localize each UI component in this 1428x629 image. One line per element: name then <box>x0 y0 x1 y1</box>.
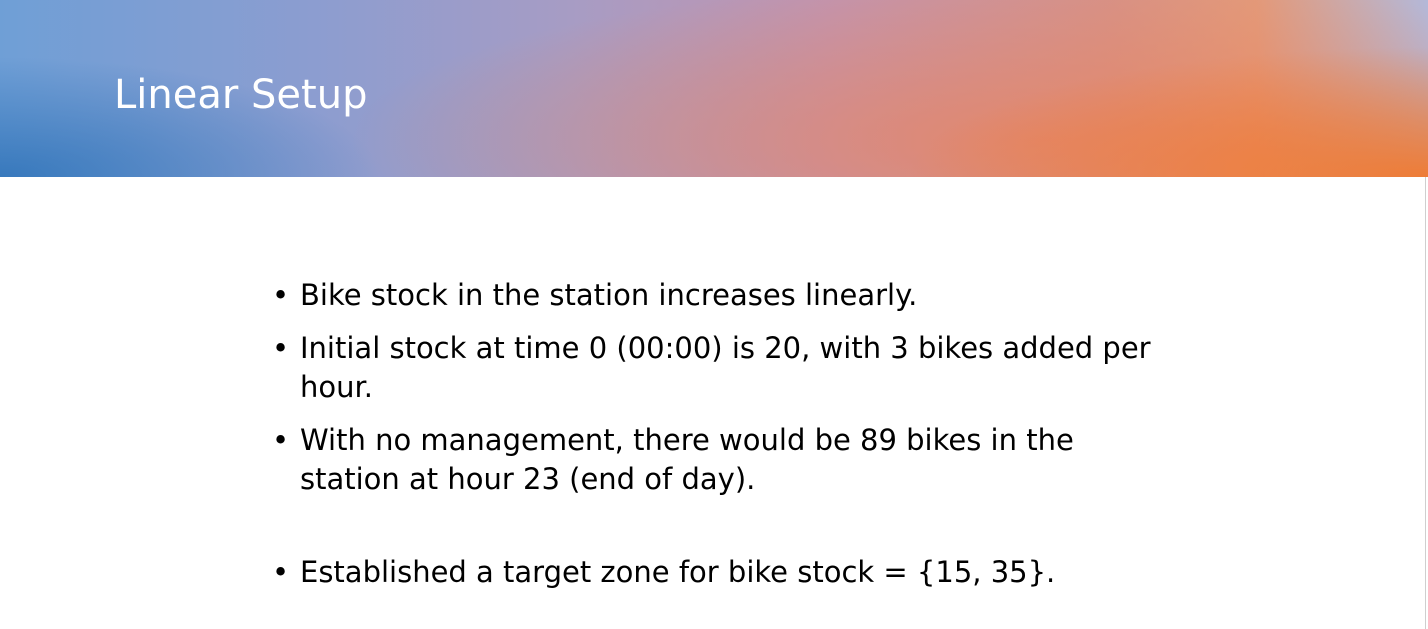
bullet-text: With no management, there would be 89 bi… <box>300 423 1074 496</box>
bullet-item: • Bike stock in the station increases li… <box>272 276 1152 315</box>
bullet-dot-icon: • <box>272 423 290 457</box>
bullet-item: • With no management, there would be 89 … <box>272 421 1152 499</box>
bullet-dot-icon: • <box>272 331 290 365</box>
bullet-item: • Initial stock at time 0 (00:00) is 20,… <box>272 329 1152 407</box>
bullet-list: • Bike stock in the station increases li… <box>272 276 1152 606</box>
bullet-text: Initial stock at time 0 (00:00) is 20, w… <box>300 331 1151 404</box>
slide-edge-divider <box>1425 177 1426 629</box>
bullet-item: • Established a target zone for bike sto… <box>272 553 1152 592</box>
bullet-dot-icon: • <box>272 555 290 589</box>
slide: Linear Setup • Bike stock in the station… <box>0 0 1428 629</box>
bullet-text: Bike stock in the station increases line… <box>300 278 918 312</box>
bullet-dot-icon: • <box>272 278 290 312</box>
bullet-text: Established a target zone for bike stock… <box>300 555 1056 589</box>
header-banner: Linear Setup <box>0 0 1428 177</box>
slide-title: Linear Setup <box>114 72 368 118</box>
